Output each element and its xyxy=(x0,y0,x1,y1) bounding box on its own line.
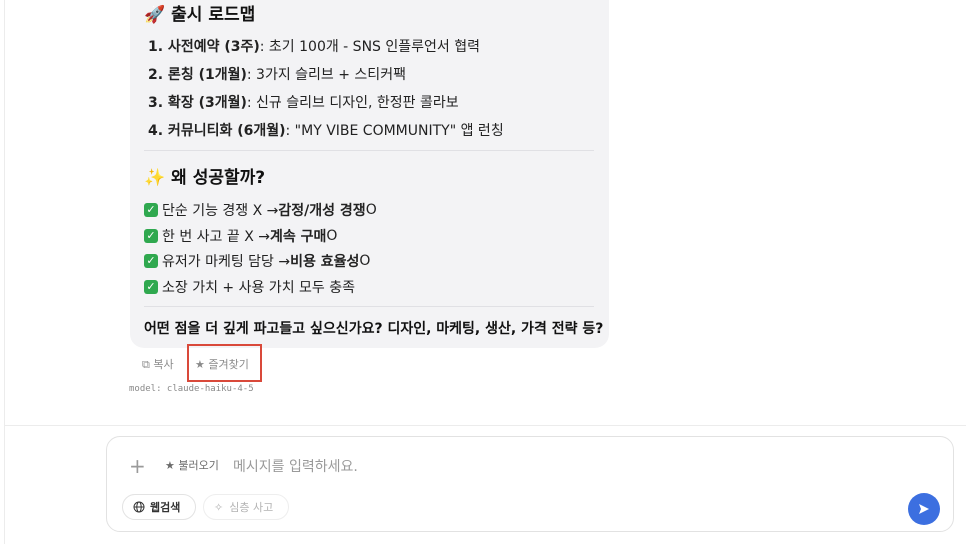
section-divider xyxy=(144,306,594,307)
deep-think-toggle[interactable]: ✧ 심층 사고 xyxy=(203,494,289,520)
list-item: 3. 확장 (3개월): 신규 슬리브 디자인, 한정판 콜라보 xyxy=(148,95,459,111)
message-composer: + ★ 불러오기 메시지를 입력하세요. 웹검색 ✧ 심층 사고 xyxy=(106,436,954,532)
roadmap-heading: 🚀 출시 로드맵 xyxy=(144,5,256,25)
list-item: 2. 론칭 (1개월): 3가지 슬리브 + 스티커팩 xyxy=(148,67,406,83)
list-item: 4. 커뮤니티화 (6개월): "MY VIBE COMMUNITY" 앱 런칭 xyxy=(148,123,504,139)
globe-icon xyxy=(133,501,145,513)
favorite-button[interactable]: ★ 즐겨찾기 xyxy=(195,356,249,372)
model-label: model: claude-haiku-4-5 xyxy=(129,384,254,394)
why-heading: ✨ 왜 성공할까? xyxy=(144,168,266,188)
web-search-toggle[interactable]: 웹검색 xyxy=(122,494,196,520)
check-item: ✓ 소장 가치 + 사용 가치 모두 충족 xyxy=(144,277,355,297)
checkmark-icon: ✓ xyxy=(144,203,158,217)
follow-up-question: 어떤 점을 더 깊게 파고들고 싶으신가요? 디자인, 마케팅, 생산, 가격 … xyxy=(144,321,604,337)
checkmark-icon: ✓ xyxy=(144,229,158,243)
assistant-message: 🚀 출시 로드맵 1. 사전예약 (3주): 초기 100개 - SNS 인플루언… xyxy=(130,0,609,348)
copy-button[interactable]: ⧉ 복사 xyxy=(142,356,174,372)
sparkle-icon: ✧ xyxy=(214,500,224,514)
check-item: ✓ 단순 기능 경쟁 X → 감정/개성 경쟁 O xyxy=(144,200,377,220)
checkmark-icon: ✓ xyxy=(144,254,158,268)
composer-divider xyxy=(4,425,966,426)
rocket-icon: 🚀 xyxy=(144,5,166,25)
send-icon xyxy=(919,504,929,514)
load-button[interactable]: ★ 불러오기 xyxy=(165,457,219,473)
section-divider xyxy=(144,150,594,151)
check-item: ✓ 한 번 사고 끝 X → 계속 구매 O xyxy=(144,226,337,246)
send-button[interactable] xyxy=(908,493,940,525)
list-item: 1. 사전예약 (3주): 초기 100개 - SNS 인플루언서 협력 xyxy=(148,39,480,55)
message-input[interactable]: 메시지를 입력하세요. xyxy=(233,456,358,476)
star-icon: ★ xyxy=(195,358,205,371)
sidebar-divider xyxy=(4,0,5,544)
checkmark-icon: ✓ xyxy=(144,280,158,294)
plus-icon[interactable]: + xyxy=(129,454,146,478)
copy-icon: ⧉ xyxy=(142,358,150,371)
sparkles-icon: ✨ xyxy=(144,168,166,188)
star-icon: ★ xyxy=(165,459,175,472)
check-item: ✓ 유저가 마케팅 담당 → 비용 효율성 O xyxy=(144,251,370,271)
